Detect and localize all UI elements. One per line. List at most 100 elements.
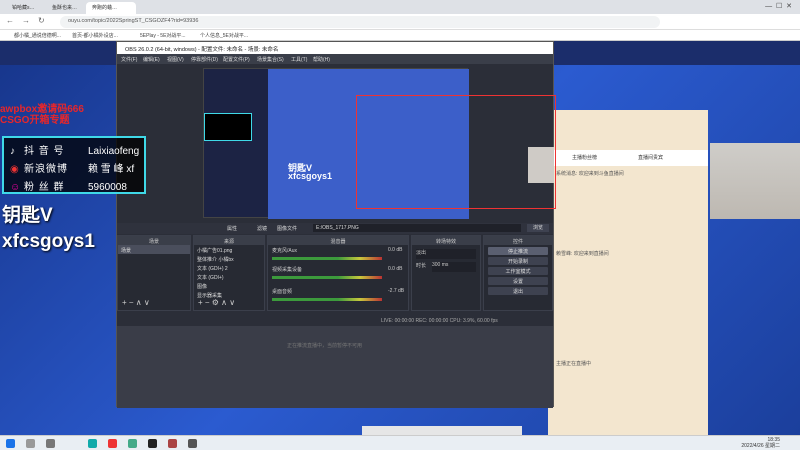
scenes-dock: 场景 场景 + − ∧ ∨ — [117, 235, 191, 311]
reload-icon[interactable]: ↻ — [38, 16, 45, 25]
overlay-promo: awpbox邀请码666 CSGO开箱专题 — [0, 104, 84, 126]
stream-note: 正在推流直播中，当前暂停不可用 — [287, 343, 363, 349]
obs-preview[interactable]: 钥匙V xfcsgoys1 — [203, 68, 556, 219]
mixer-dock: 混音器 麦克风/Aux 0.0 dB 视频采集设备 0.0 dB 桌面音频 -2… — [267, 235, 409, 311]
mixer-channel-name: 麦克风/Aux — [272, 248, 298, 254]
bookmark-item[interactable]: 5EPlay - 5E对战平... — [140, 32, 186, 39]
nav-forward-icon[interactable]: → — [22, 16, 30, 25]
scene-item[interactable]: 场景 — [118, 245, 190, 254]
source-controls[interactable]: + − ⚙ ∧ ∨ — [198, 298, 235, 307]
menu-view[interactable]: 视图(V) — [167, 56, 184, 63]
status-text: LIVE: 00:00:00 REC: 00:00:00 CPU: 3.9%, … — [381, 318, 498, 324]
info-label: 新浪微博 — [24, 164, 68, 175]
browser-tab-bar: 铂哈藏s… 鱼酥也来… 奔跑的蛐… — ☐ ✕ — [0, 0, 800, 14]
source-item[interactable]: 图像 — [194, 281, 264, 290]
sources-dock: 来源 小橘广告01.png 整体推介 小橘bx 文本 (GDI+) 2 文本 (… — [193, 235, 265, 311]
source-item[interactable]: 整体推介 小橘bx — [194, 254, 264, 263]
duration-field[interactable]: 300 ms — [432, 262, 476, 272]
info-label: 粉 丝 群 — [24, 182, 65, 193]
scene-controls[interactable]: + − ∧ ∨ — [122, 298, 150, 307]
browser-tab[interactable]: 铂哈藏s… — [6, 2, 46, 14]
browser-tab[interactable]: 鱼酥也来… — [46, 2, 86, 14]
volume-meter — [272, 257, 382, 260]
fans-icon: ☺ — [10, 182, 21, 193]
obs-lower-area — [117, 326, 553, 408]
source-item[interactable]: 小橘广告01.png — [194, 245, 264, 254]
menu-file[interactable]: 文件(F) — [121, 56, 137, 63]
volume-meter — [272, 276, 382, 279]
dock-title: 转场特效 — [412, 236, 480, 245]
info-value: Laixiaofeng — [88, 146, 140, 157]
overlay-infobox: ♪ 抖 音 号 Laixiaofeng ◉ 新浪微博 赖 雪 峰 xf ☺ 粉 丝 群 59… — [2, 136, 146, 194]
exit-button[interactable]: 退出 — [488, 287, 548, 295]
properties-button[interactable]: 属性 — [227, 225, 237, 232]
app-icon[interactable] — [108, 439, 117, 448]
stop-streaming-button[interactable]: 停止推流 — [488, 247, 548, 255]
settings-button[interactable]: 设置 — [488, 277, 548, 285]
start-recording-button[interactable]: 开始录制 — [488, 257, 548, 265]
obs-title-bar: OBS 26.0.2 (64-bit, windows) - 配置文件: 未命名… — [117, 42, 553, 54]
system-clock[interactable]: 18:35 2022/4/26 星期二 — [741, 437, 780, 449]
menu-tools[interactable]: 工具(T) — [291, 56, 307, 63]
browse-button[interactable]: 浏览 — [527, 224, 549, 232]
bookmark-item[interactable]: 都小橘_通说倍德啊... — [14, 32, 61, 39]
mixer-db: -2.7 dB — [388, 288, 405, 294]
promo-line: CSGO开箱专题 — [0, 115, 70, 126]
tab-vip[interactable]: 直播间贵宾 — [638, 154, 663, 161]
weibo-icon: ◉ — [10, 164, 19, 175]
filters-button[interactable]: 滤镜 — [257, 225, 267, 232]
obs-icon[interactable] — [148, 439, 157, 448]
duration-label: 时长 — [416, 263, 427, 269]
menu-help[interactable]: 帮助(H) — [313, 56, 330, 63]
bookmark-item[interactable]: 个人信息_5E对战平... — [200, 32, 248, 39]
mixer-channel-name: 视频采集设备 — [272, 267, 303, 273]
overlay-code-text: xfcsgoys1 — [2, 231, 95, 252]
search-icon[interactable] — [26, 439, 35, 448]
source-item[interactable]: 文本 (GDI+) 2 — [194, 263, 264, 272]
dock-title: 来源 — [194, 236, 264, 245]
info-row: ☺ 粉 丝 群 5960008 — [10, 178, 127, 193]
bookmarks-bar: 都小橘_通说倍德啊... 首页-都小橘外设店... 5EPlay - 5E对战平… — [0, 30, 800, 41]
tab-fans-rank[interactable]: 主播粉丝榜 — [572, 154, 597, 161]
dock-title: 混音器 — [268, 236, 408, 245]
taskbar: 18:35 2022/4/26 星期二 — [0, 435, 800, 450]
menu-scene-collection[interactable]: 场景集合(S) — [257, 56, 284, 63]
douyin-icon: ♪ — [10, 146, 15, 157]
chat-message: 赖雪峰: 欢迎来到直播间 — [556, 251, 609, 257]
app-icon[interactable] — [188, 439, 197, 448]
info-label: 抖 音 号 — [24, 146, 65, 157]
app-icon[interactable] — [88, 439, 97, 448]
dock-title: 场景 — [118, 236, 190, 245]
mixer-db: 0.0 dB — [388, 266, 403, 272]
transitions-dock: 转场特效 淡出 时长 300 ms — [411, 235, 481, 311]
transition-select[interactable]: 淡出 — [416, 249, 476, 259]
obs-window: OBS 26.0.2 (64-bit, windows) - 配置文件: 未命名… — [116, 41, 556, 408]
address-bar-row: ← → ↻ ouyu.com/topic/2022SpringST_CSGOZF… — [0, 14, 800, 30]
window-controls[interactable]: — ☐ ✕ — [765, 2, 792, 10]
image-file-path[interactable]: E:/OBS_1717.PNG — [313, 224, 521, 232]
volume-meter — [272, 298, 382, 301]
bookmark-item[interactable]: 首页-都小橘外设店... — [72, 32, 118, 39]
taskview-icon[interactable] — [46, 439, 55, 448]
menu-edit[interactable]: 编辑(E) — [143, 56, 160, 63]
obs-docks: 场景 场景 + − ∧ ∨ 来源 小橘广告01.png 整体推介 小橘bx 文本… — [117, 235, 553, 315]
preview-infobox — [204, 113, 252, 141]
preview-text: xfcsgoys1 — [288, 171, 333, 181]
app-icon[interactable] — [168, 439, 177, 448]
source-item[interactable]: 文本 (GDI+) — [194, 272, 264, 281]
studio-mode-button[interactable]: 工作室模式 — [488, 267, 548, 275]
nav-back-icon[interactable]: ← — [6, 16, 14, 25]
menu-profile[interactable]: 配置文件(P) — [223, 56, 250, 63]
promo-line: awpbox邀请码666 — [0, 104, 84, 115]
menu-docks[interactable]: 停靠部件(D) — [191, 56, 218, 63]
chat-tabs: 主播粉丝榜 直播间贵宾 — [548, 150, 708, 166]
webcam-feed — [710, 143, 800, 219]
info-value: 赖 雪 峰 xf — [88, 164, 135, 175]
url-field[interactable]: ouyu.com/topic/2022SpringST_CSGOZF4?rid=… — [60, 16, 660, 28]
obs-status-bar: LIVE: 00:00:00 REC: 00:00:00 CPU: 3.9%, … — [117, 316, 553, 326]
selection-box[interactable] — [356, 95, 556, 209]
controls-dock: 控件 停止推流 开始录制 工作室模式 设置 退出 — [483, 235, 553, 311]
browser-tab-active[interactable]: 奔跑的蛐… — [86, 2, 136, 14]
chrome-icon[interactable] — [128, 439, 137, 448]
start-icon[interactable] — [6, 439, 15, 448]
